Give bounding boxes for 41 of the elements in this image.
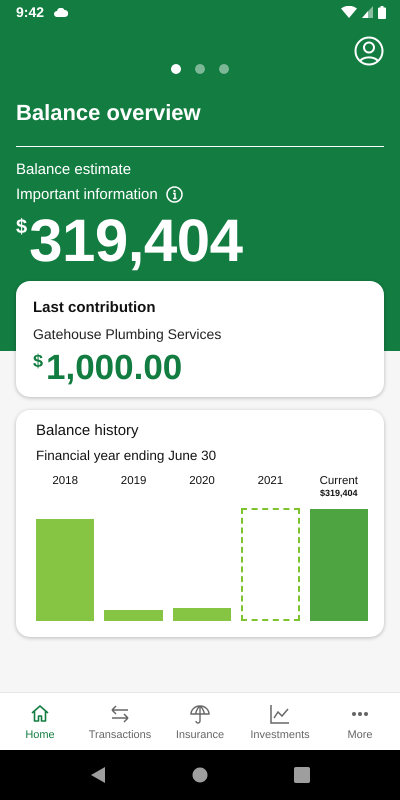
info-link[interactable]: Important information (16, 186, 158, 203)
bar-label: Current (320, 475, 358, 487)
status-time: 9:42 (16, 4, 44, 20)
battery-icon (378, 6, 386, 18)
wifi-icon (341, 6, 357, 18)
page-dot[interactable] (195, 64, 205, 74)
signal-icon (362, 6, 373, 18)
card-title: Last contribution (33, 299, 156, 316)
line-chart-icon (269, 702, 291, 724)
nav-tab[interactable]: Insurance (160, 693, 240, 750)
chart-bar (104, 610, 163, 621)
currency-symbol: $ (33, 352, 44, 370)
bar-label: 2018 (52, 475, 78, 487)
profile-icon[interactable] (354, 36, 384, 66)
nav-tab[interactable]: Transactions (80, 693, 160, 750)
page-title: Balance overview (16, 100, 202, 126)
page-dot[interactable] (219, 64, 229, 74)
umbrella-icon (189, 702, 211, 724)
home-button-icon[interactable] (192, 767, 208, 783)
payer-name: Gatehouse Plumbing Services (33, 326, 222, 342)
balance-label: Balance estimate (16, 161, 132, 178)
bar-label: 2021 (258, 475, 284, 487)
bar-value: $319,404 (320, 488, 358, 498)
currency-symbol: $ (16, 217, 28, 237)
nav-tab[interactable]: More (320, 693, 400, 750)
card-title: Balance history (36, 422, 140, 439)
nav-tab[interactable]: Home (0, 693, 80, 750)
home-icon (29, 702, 51, 724)
balance-amount: 319,404 (29, 211, 243, 271)
nav-tab[interactable]: Investments (240, 693, 320, 750)
back-icon[interactable] (90, 767, 106, 783)
cloud-icon (54, 8, 68, 16)
contribution-amount: 1,000.00 (46, 350, 182, 385)
more-icon (352, 712, 368, 716)
info-icon[interactable] (166, 186, 183, 203)
page-dot[interactable] (171, 64, 181, 74)
bar-label: 2019 (120, 475, 146, 487)
swap-arrows-icon (109, 702, 131, 724)
chart-bar (172, 608, 232, 621)
chart-subtitle: Financial year ending June 30 (36, 448, 218, 463)
bar-label: 2020 (189, 475, 215, 487)
